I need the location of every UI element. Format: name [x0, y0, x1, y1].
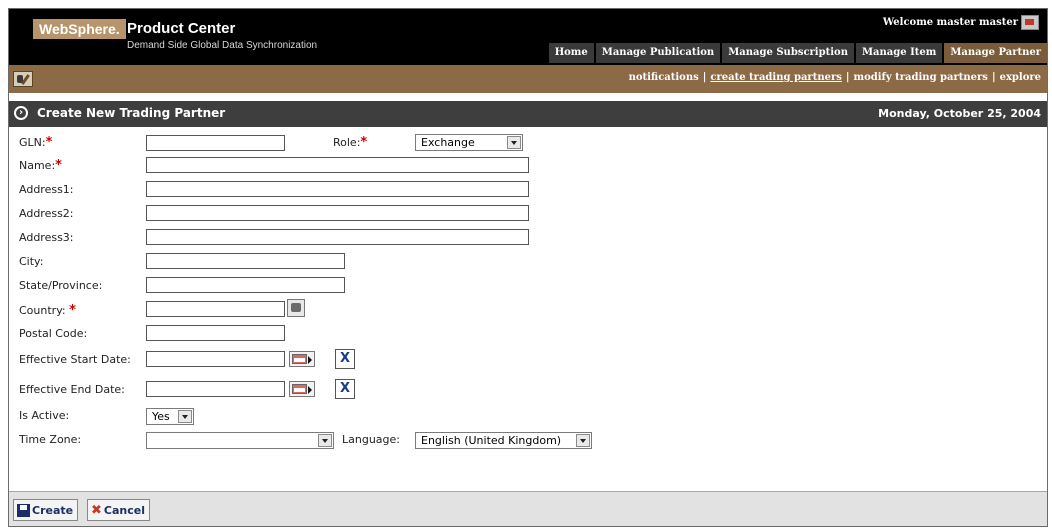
cancel-button[interactable]: ✖ Cancel	[87, 499, 150, 521]
address1-label: Address1:	[19, 183, 74, 196]
postal-code-field[interactable]	[146, 325, 285, 341]
page-title: Create New Trading Partner	[37, 106, 226, 120]
gln-field[interactable]	[146, 135, 285, 151]
country-label: Country: *	[19, 303, 76, 318]
state-province-label: State/Province:	[19, 279, 103, 292]
language-select[interactable]: English (United Kingdom)	[415, 432, 592, 449]
is-active-label: Is Active:	[19, 409, 70, 422]
address2-label: Address2:	[19, 207, 74, 220]
link-explore[interactable]: explore	[1000, 72, 1041, 83]
name-field[interactable]	[146, 157, 529, 173]
link-notifications[interactable]: notifications	[629, 72, 699, 83]
tab-manage-publication[interactable]: Manage Publication	[595, 43, 721, 63]
separator: |	[702, 72, 707, 83]
product-title: Product Center	[127, 20, 236, 37]
address2-field[interactable]	[146, 205, 529, 221]
address3-label: Address3:	[19, 231, 74, 244]
chevron-down-icon	[576, 434, 590, 447]
welcome-area: Welcome master master	[883, 15, 1039, 30]
form-footer: Create ✖ Cancel	[9, 491, 1047, 526]
cancel-icon: ✖	[91, 502, 102, 518]
address1-field[interactable]	[146, 181, 529, 197]
country-lookup-icon[interactable]	[287, 299, 305, 317]
is-active-selected-value: Yes	[152, 410, 170, 423]
end-date-label: Effective End Date:	[19, 383, 125, 396]
welcome-text: Welcome master master	[882, 17, 1018, 28]
city-label: City:	[19, 255, 44, 268]
arrow-right-circle-icon: ›	[14, 106, 28, 120]
clear-start-date-button[interactable]: X	[335, 349, 355, 369]
page-title-bar: › Create New Trading Partner Monday, Oct…	[9, 101, 1047, 127]
state-province-field[interactable]	[146, 277, 345, 293]
header-bar: WebSphere. Product Center Demand Side Gl…	[9, 9, 1047, 65]
language-selected-value: English (United Kingdom)	[421, 434, 562, 447]
sub-navigation: notifications | create trading partners | mo…	[9, 65, 1047, 93]
is-active-select[interactable]: Yes	[146, 408, 194, 425]
page-date: Monday, October 25, 2004	[878, 107, 1041, 120]
role-label: Role:*	[333, 135, 368, 150]
separator: |	[845, 72, 850, 83]
main-nav-tabs: Home Manage Publication Manage Subscript…	[547, 43, 1047, 63]
save-icon	[17, 503, 30, 517]
product-subtitle: Demand Side Global Data Synchronization	[127, 40, 318, 51]
end-date-field[interactable]	[146, 381, 285, 397]
subnav-links: notifications | create trading partners | mo…	[629, 72, 1041, 83]
tab-home[interactable]: Home	[548, 43, 594, 63]
tab-manage-partner[interactable]: Manage Partner	[944, 43, 1047, 63]
app-window: WebSphere. Product Center Demand Side Gl…	[8, 8, 1048, 527]
language-label: Language:	[342, 433, 400, 446]
tools-icon[interactable]	[13, 71, 33, 87]
tab-manage-subscription[interactable]: Manage Subscription	[722, 43, 854, 63]
create-button[interactable]: Create	[13, 499, 79, 521]
user-icon[interactable]	[1021, 15, 1039, 30]
chevron-down-icon	[318, 434, 332, 447]
city-field[interactable]	[146, 253, 345, 269]
link-modify-trading-partners[interactable]: modify trading partners	[854, 72, 988, 83]
calendar-icon[interactable]	[289, 381, 315, 397]
time-zone-select[interactable]	[146, 432, 334, 449]
tab-manage-item[interactable]: Manage Item	[855, 43, 943, 63]
websphere-logo: WebSphere.	[33, 19, 126, 39]
time-zone-label: Time Zone:	[19, 433, 82, 446]
country-field[interactable]	[146, 301, 285, 317]
chevron-down-icon	[178, 410, 192, 423]
create-button-label: Create	[32, 503, 74, 517]
address3-field[interactable]	[146, 229, 529, 245]
role-selected-value: Exchange	[421, 136, 475, 149]
clear-end-date-button[interactable]: X	[335, 379, 355, 399]
cancel-button-label: Cancel	[103, 503, 145, 517]
start-date-field[interactable]	[146, 351, 285, 367]
link-create-trading-partners[interactable]: create trading partners	[710, 72, 841, 83]
role-select[interactable]: Exchange	[415, 134, 523, 151]
separator: |	[991, 72, 996, 83]
name-label: Name:*	[19, 158, 62, 173]
calendar-icon[interactable]	[289, 351, 315, 367]
postal-code-label: Postal Code:	[19, 327, 88, 340]
start-date-label: Effective Start Date:	[19, 353, 131, 366]
gln-label: GLN:*	[19, 135, 53, 150]
chevron-down-icon	[507, 136, 521, 149]
